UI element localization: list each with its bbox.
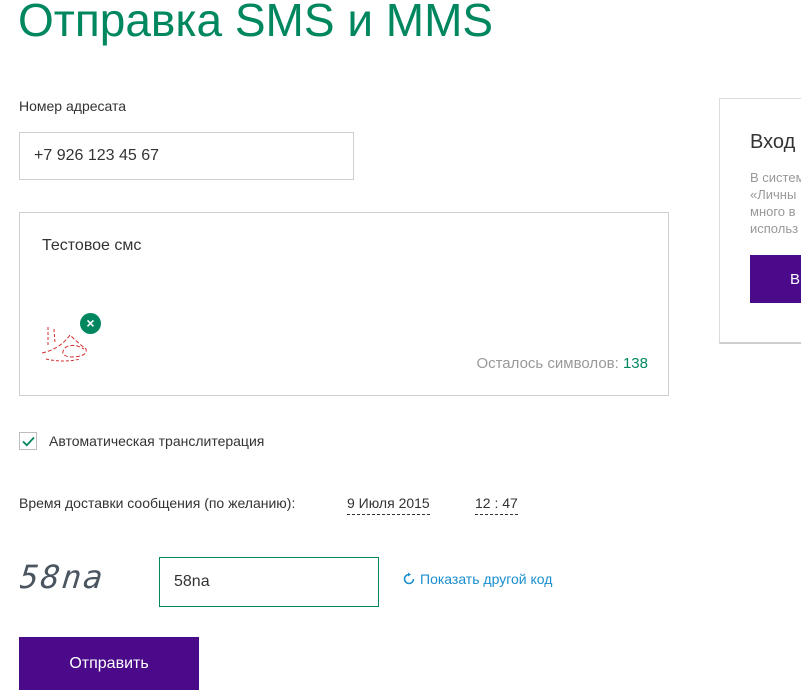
captcha-text: 58na — [20, 558, 107, 596]
translit-option[interactable]: Автоматическая транслитерация — [19, 432, 264, 450]
chars-left-count: 138 — [622, 355, 648, 372]
login-text-line: В систем — [750, 170, 801, 185]
chars-left-counter: Осталось символов: 138 — [476, 355, 648, 372]
login-text-line: использ — [750, 221, 799, 236]
login-text-line: «Личны — [750, 187, 797, 202]
recipient-label: Номер адресата — [19, 98, 127, 114]
refresh-icon — [403, 572, 415, 585]
page-title: Отправка SMS и MMS — [18, 0, 494, 46]
close-icon[interactable]: × — [80, 313, 101, 334]
captcha-image: 58na — [20, 558, 107, 596]
delivery-time-picker[interactable]: 12 : 47 — [475, 495, 518, 515]
login-text-line: много в — [750, 204, 796, 219]
login-button[interactable]: В — [750, 255, 801, 303]
delivery-date-picker[interactable]: 9 Июля 2015 — [347, 495, 430, 515]
login-panel: Вход В систем «Личны много в использ В — [719, 98, 801, 344]
checkmark-icon — [21, 436, 35, 446]
captcha-input[interactable] — [159, 557, 379, 607]
send-button[interactable]: Отправить — [19, 637, 199, 690]
show-another-code-link[interactable]: Показать другой код — [402, 571, 552, 587]
chars-left-label: Осталось символов: — [476, 355, 623, 372]
delivery-time-label: Время доставки сообщения (по желанию): — [19, 495, 296, 511]
recipient-phone-input[interactable] — [19, 132, 354, 180]
login-title: Вход — [750, 131, 796, 153]
show-another-code-label: Показать другой код — [420, 571, 553, 587]
sms-mms-page: Отправка SMS и MMS Номер адресата Тестов… — [0, 0, 801, 698]
login-description: В систем «Личны много в использ — [750, 169, 801, 237]
message-textarea[interactable]: Тестовое смс × Осталось символов: 138 — [19, 212, 669, 396]
translit-checkbox[interactable] — [19, 432, 37, 450]
message-text: Тестовое смс — [42, 237, 142, 254]
translit-label: Автоматическая транслитерация — [49, 433, 265, 449]
